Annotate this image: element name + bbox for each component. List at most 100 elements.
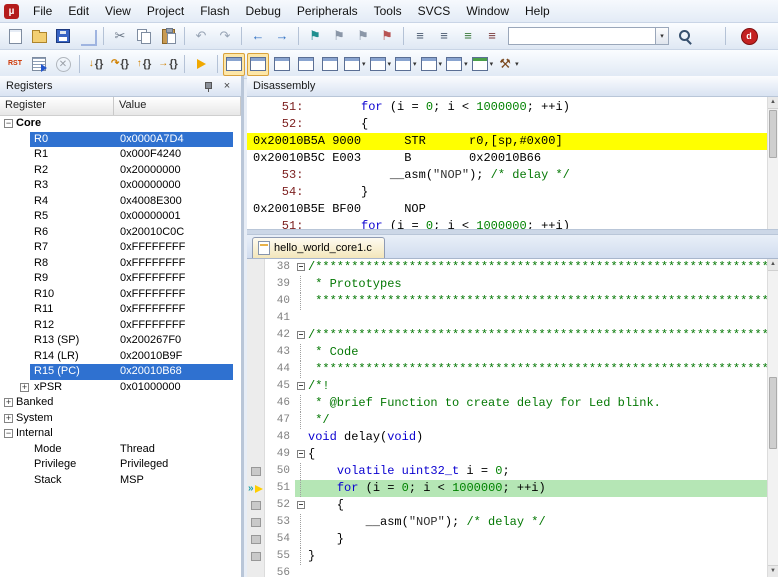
step-into-icon[interactable]: ↓{} xyxy=(85,53,107,76)
code-text[interactable]: { xyxy=(308,446,315,463)
code-text[interactable]: * Prototypes xyxy=(308,276,402,293)
register-row-xpsr[interactable]: +xPSR0x01000000 xyxy=(0,380,241,396)
run-to-cursor-icon[interactable]: →{} xyxy=(157,53,179,76)
expand-icon[interactable]: + xyxy=(4,414,13,423)
undo-icon[interactable]: ↶ xyxy=(190,25,212,48)
redo-icon[interactable]: ↷ xyxy=(214,25,236,48)
editor-line-55[interactable]: 55} xyxy=(247,548,767,565)
trace-windows-icon[interactable]: ▾ xyxy=(445,53,469,76)
code-text[interactable]: /***************************************… xyxy=(308,259,767,276)
menu-item-window[interactable]: Window xyxy=(458,0,517,22)
tab-hello-world-core1[interactable]: hello_world_core1.c xyxy=(252,237,385,258)
editor-line-39[interactable]: 39 * Prototypes xyxy=(247,276,767,293)
register-row-r4[interactable]: R40x4008E300 xyxy=(0,194,241,210)
code-text[interactable]: ****************************************… xyxy=(308,293,767,310)
start-stop-debug-icon[interactable]: d xyxy=(738,25,760,48)
dropdown-arrow-icon[interactable]: ▾ xyxy=(464,60,468,68)
editor-margin[interactable] xyxy=(247,259,265,276)
register-row-internal[interactable]: −Internal xyxy=(0,426,241,442)
column-header-value[interactable]: Value xyxy=(114,97,241,115)
code-text[interactable]: volatile uint32_t i = 0; xyxy=(308,463,510,480)
scroll-up-icon[interactable]: ▲ xyxy=(768,97,778,109)
editor-line-43[interactable]: 43 * Code xyxy=(247,344,767,361)
editor-margin[interactable] xyxy=(247,276,265,293)
editor-line-44[interactable]: 44 *************************************… xyxy=(247,361,767,378)
dropdown-arrow-icon[interactable]: ▾ xyxy=(439,60,443,68)
editor-margin[interactable] xyxy=(247,497,265,514)
menu-item-edit[interactable]: Edit xyxy=(60,0,97,22)
editor-line-41[interactable]: 41 xyxy=(247,310,767,327)
editor-margin[interactable] xyxy=(247,429,265,446)
editor-margin[interactable] xyxy=(247,565,265,577)
code-text[interactable]: { xyxy=(308,497,344,514)
editor-margin[interactable] xyxy=(247,412,265,429)
register-row-r9[interactable]: R90xFFFFFFFF xyxy=(0,271,241,287)
dropdown-arrow-icon[interactable]: ▾ xyxy=(388,60,392,68)
editor-margin[interactable] xyxy=(247,514,265,531)
step-over-icon[interactable]: ↷{} xyxy=(109,53,131,76)
code-text[interactable]: void delay(void) xyxy=(308,429,423,446)
disassembly-window-icon[interactable] xyxy=(247,53,269,76)
run-icon[interactable] xyxy=(28,53,50,76)
dropdown-arrow-icon[interactable]: ▾ xyxy=(362,60,366,68)
collapse-icon[interactable]: − xyxy=(4,429,13,438)
clear-bookmarks-icon[interactable]: ⚑ xyxy=(376,25,398,48)
menu-item-file[interactable]: File xyxy=(25,0,60,22)
expand-icon[interactable]: + xyxy=(20,383,29,392)
code-text[interactable]: } xyxy=(308,531,344,548)
disassembly-line[interactable]: 52: { xyxy=(247,116,767,133)
register-row-r0[interactable]: R00x0000A7D4 xyxy=(0,132,241,148)
register-row-r5[interactable]: R50x00000001 xyxy=(0,209,241,225)
editor-margin[interactable] xyxy=(247,327,265,344)
stop-icon[interactable]: ✕ xyxy=(52,53,74,76)
step-out-icon[interactable]: ↑{} xyxy=(133,53,155,76)
menu-item-peripherals[interactable]: Peripherals xyxy=(289,0,366,22)
code-text[interactable]: * Code xyxy=(308,344,358,361)
register-row-mode[interactable]: ModeThread xyxy=(0,442,241,458)
dropdown-arrow-icon[interactable]: ▾ xyxy=(515,60,519,68)
editor-margin[interactable] xyxy=(247,310,265,327)
menu-item-project[interactable]: Project xyxy=(139,0,192,22)
scrollbar-thumb[interactable] xyxy=(769,110,777,158)
reset-cpu-icon[interactable]: RST xyxy=(4,53,26,76)
register-row-privilege[interactable]: PrivilegePrivileged xyxy=(0,457,241,473)
menu-item-debug[interactable]: Debug xyxy=(238,0,289,22)
save-all-icon[interactable] xyxy=(76,25,98,48)
collapse-icon[interactable]: − xyxy=(4,119,13,128)
editor-margin[interactable] xyxy=(247,395,265,412)
watch-windows-icon[interactable]: ▾ xyxy=(343,53,367,76)
find-text-input[interactable] xyxy=(508,27,656,45)
editor-line-52[interactable]: 52 { xyxy=(247,497,767,514)
editor-line-53[interactable]: 53 __asm("NOP"); /* delay */ xyxy=(247,514,767,531)
register-row-r12[interactable]: R120xFFFFFFFF xyxy=(0,318,241,334)
editor-line-47[interactable]: 47 */ xyxy=(247,412,767,429)
register-row-r3[interactable]: R30x00000000 xyxy=(0,178,241,194)
editor-margin[interactable] xyxy=(247,463,265,480)
pin-icon[interactable] xyxy=(199,78,215,94)
register-row-r1[interactable]: R10x000F4240 xyxy=(0,147,241,163)
analysis-windows-icon[interactable]: ▾ xyxy=(420,53,444,76)
show-current-statement-icon[interactable] xyxy=(190,53,212,76)
command-window-icon[interactable] xyxy=(223,53,245,76)
disassembly-line[interactable]: 0x20010B5C E003 B 0x20010B66 xyxy=(247,150,767,167)
navigate-back-icon[interactable]: ← xyxy=(247,25,269,48)
editor-margin[interactable] xyxy=(247,361,265,378)
register-row-r14-lr[interactable]: R14 (LR)0x20010B9F xyxy=(0,349,241,365)
registers-window-icon[interactable] xyxy=(295,53,317,76)
code-text[interactable]: /***************************************… xyxy=(308,327,767,344)
scroll-down-icon[interactable]: ▼ xyxy=(768,565,778,577)
editor-margin[interactable] xyxy=(247,548,265,565)
fold-collapse-icon[interactable] xyxy=(295,497,308,514)
call-stack-window-icon[interactable] xyxy=(319,53,341,76)
next-bookmark-icon[interactable]: ⚑ xyxy=(352,25,374,48)
code-text[interactable]: ****************************************… xyxy=(308,361,767,378)
expand-icon[interactable]: + xyxy=(4,398,13,407)
editor-line-50[interactable]: 50 volatile uint32_t i = 0; xyxy=(247,463,767,480)
find-text-combobox[interactable]: ▾ xyxy=(508,27,669,45)
code-text[interactable]: } xyxy=(308,548,315,565)
editor-margin[interactable]: » xyxy=(247,480,265,497)
editor-margin[interactable] xyxy=(247,446,265,463)
combo-dropdown-icon[interactable]: ▾ xyxy=(656,27,669,45)
editor-line-38[interactable]: 38/*************************************… xyxy=(247,259,767,276)
disassembly-line[interactable]: 51: for (i = 0; i < 1000000; ++i) xyxy=(247,99,767,116)
